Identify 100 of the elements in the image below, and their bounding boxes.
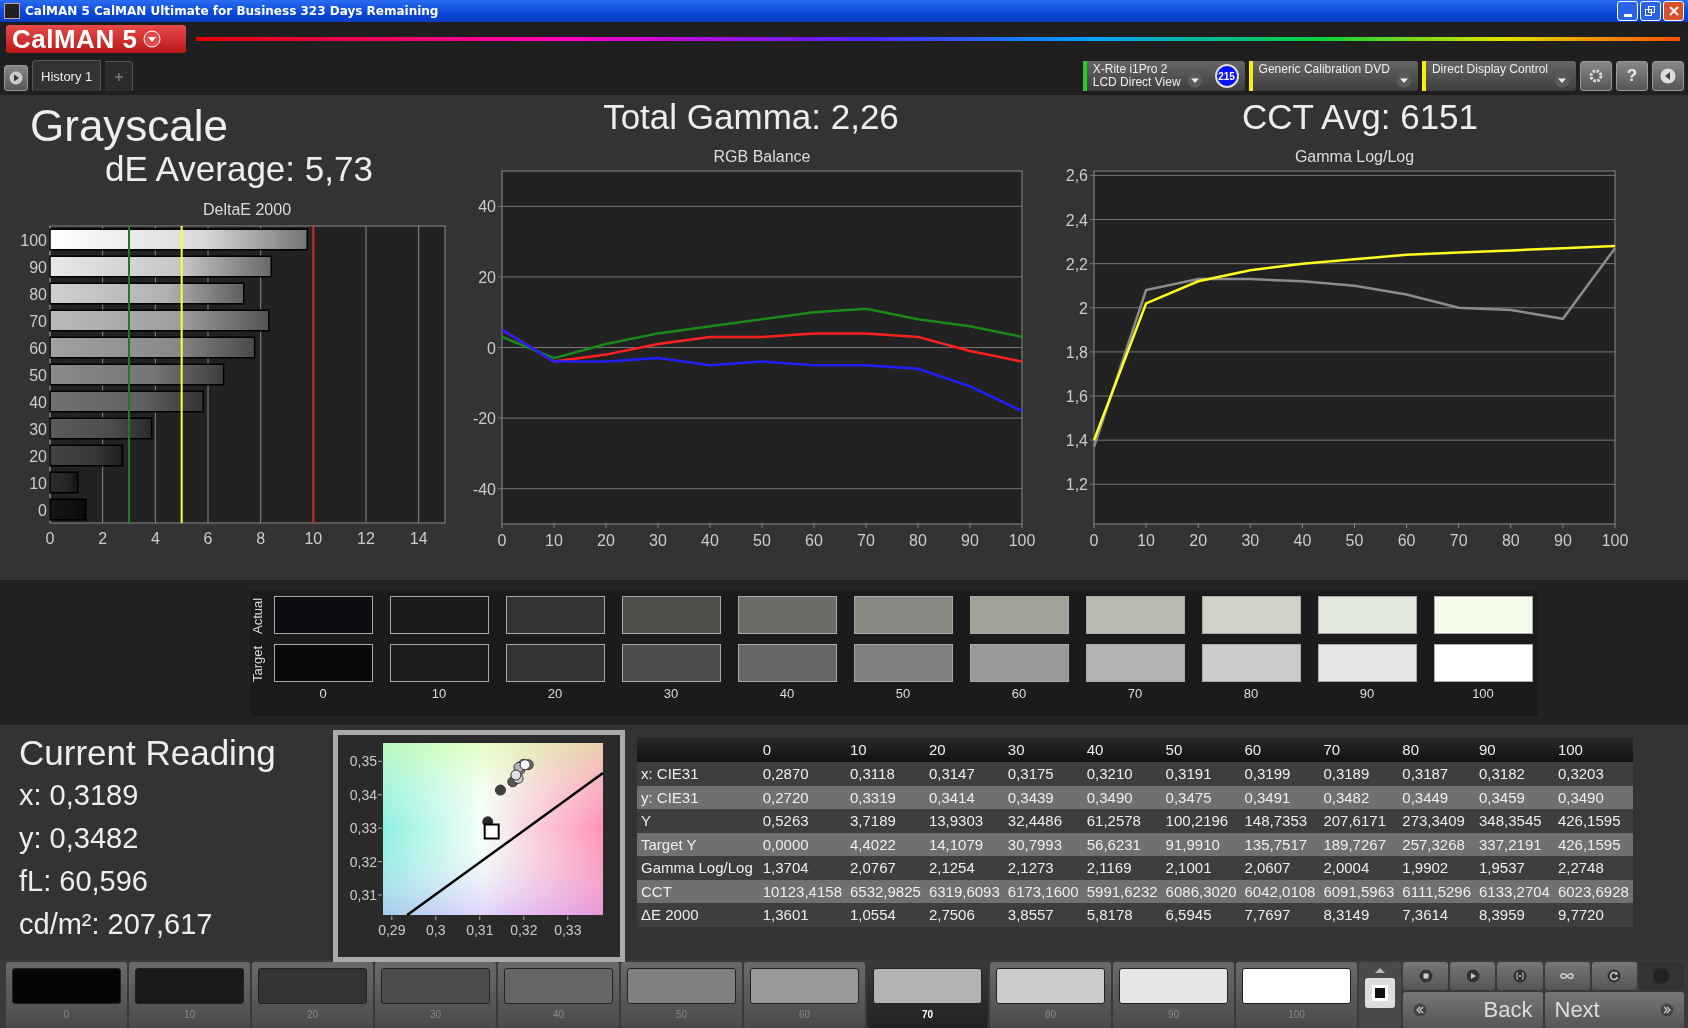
- add-tab-button[interactable]: [105, 61, 134, 91]
- close-button[interactable]: [1663, 1, 1684, 21]
- up-arrow-icon[interactable]: [1373, 966, 1387, 974]
- table-cell: 2,0607: [1240, 856, 1320, 880]
- row-label: CCT: [637, 879, 759, 903]
- table-cell: 6023,6928: [1553, 879, 1633, 903]
- tick-label: 0: [487, 339, 496, 357]
- column-header: 60: [1240, 737, 1320, 762]
- tick-label: 2,2: [1065, 255, 1088, 273]
- minimize-icon: [1623, 13, 1632, 17]
- loop-button[interactable]: [1544, 962, 1590, 990]
- reading-value: x: 0,3189: [19, 779, 140, 813]
- settings-button[interactable]: [1580, 61, 1612, 91]
- table-cell: 0,3414: [924, 785, 1004, 809]
- device-selector[interactable]: Generic Calibration DVD: [1248, 61, 1418, 91]
- minimize-button[interactable]: [1617, 1, 1638, 21]
- tick-label: 90: [961, 532, 979, 549]
- tick-label: 6: [203, 530, 213, 547]
- swatch-label: 50: [895, 685, 911, 701]
- table-cell: 10123,4158: [758, 879, 846, 903]
- swatch-label: 60: [1011, 685, 1027, 701]
- stop-button[interactable]: [1365, 978, 1395, 1008]
- device-selector[interactable]: Direct Display Control: [1421, 61, 1576, 91]
- table-cell: 0,3449: [1398, 785, 1475, 809]
- table-cell: 0,3191: [1161, 762, 1241, 786]
- table-cell: 2,1273: [1003, 856, 1083, 880]
- table-cell: 0,3203: [1553, 762, 1633, 786]
- double-right-icon: [1660, 1003, 1674, 1017]
- tick-label: 10: [304, 530, 323, 547]
- bar: [49, 498, 87, 521]
- swatch-label: 0: [319, 685, 327, 701]
- tick-label: 0,33: [349, 820, 377, 837]
- chart-title: RGB Balance: [713, 148, 811, 165]
- table-cell: 91,9910: [1161, 832, 1241, 856]
- tick-label: 0: [1089, 532, 1099, 549]
- tick-label: 0: [45, 530, 55, 547]
- double-left-icon: [1413, 1003, 1427, 1017]
- tick-label: 40: [29, 393, 47, 411]
- stop-icon: [1371, 984, 1389, 1002]
- table-cell: 14,1079: [924, 832, 1004, 856]
- chart-title: Gamma Log/Log: [1294, 148, 1415, 165]
- device-selector[interactable]: X-Rite i1Pro 2 LCD Direct View 215: [1082, 61, 1245, 91]
- step-button[interactable]: 40: [498, 962, 619, 1028]
- table-cell: 5991,6232: [1082, 879, 1162, 903]
- tick-label: 0,32: [349, 853, 377, 870]
- reading-value: y: 0,3482: [19, 822, 140, 856]
- close-icon: [1668, 6, 1679, 16]
- measure-button[interactable]: [1497, 962, 1543, 990]
- dropdown-icon: [1395, 72, 1412, 88]
- tick-label: 0,35: [349, 753, 377, 770]
- tick-label: 20: [1189, 532, 1208, 549]
- tick-label: 60: [1397, 532, 1416, 549]
- column-header: 80: [1398, 737, 1475, 762]
- table-cell: 0,3210: [1082, 762, 1162, 786]
- next-button[interactable]: Next: [1544, 992, 1684, 1028]
- table-cell: 9,7720: [1553, 903, 1633, 927]
- table-cell: 61,2578: [1082, 809, 1162, 833]
- row-label: ΔE 2000: [637, 903, 759, 927]
- table-cell: 7,3614: [1398, 903, 1475, 927]
- tick-label: 40: [1293, 532, 1312, 549]
- tick-label: 4: [150, 530, 160, 547]
- app-logo[interactable]: CalMAN 5: [6, 25, 186, 53]
- table-cell: 8,3149: [1319, 903, 1399, 927]
- bracket-icon: [1512, 969, 1527, 983]
- help-button[interactable]: ?: [1616, 61, 1648, 91]
- column-header: 50: [1161, 737, 1241, 762]
- tick-label: 70: [29, 312, 47, 330]
- table-cell: 6111,5296: [1398, 879, 1475, 903]
- step-label: 40: [552, 1009, 565, 1020]
- tick-label: 1,4: [1065, 432, 1088, 450]
- collapse-button[interactable]: [1652, 61, 1684, 91]
- column-header: 30: [1003, 737, 1083, 762]
- tick-label: 90: [1554, 532, 1572, 549]
- tick-label: 1,2: [1065, 476, 1088, 494]
- app-icon: [4, 3, 20, 19]
- table-cell: 0,2870: [758, 762, 846, 786]
- table-cell: 135,7517: [1240, 832, 1320, 856]
- tick-label: -40: [472, 480, 496, 498]
- expand-button[interactable]: [4, 65, 28, 91]
- table-cell: 0,3182: [1475, 762, 1554, 786]
- table-cell: 2,1169: [1082, 856, 1162, 880]
- row-label: Y: [637, 809, 759, 833]
- history-tab[interactable]: History 1: [32, 60, 102, 91]
- tick-label: 100: [1008, 532, 1036, 549]
- swatch-label: 10: [431, 685, 447, 701]
- back-button[interactable]: Back: [1403, 992, 1543, 1028]
- table-cell: 1,3704: [758, 856, 846, 880]
- tick-label: 0,31: [349, 886, 377, 903]
- tick-label: 2: [1079, 299, 1088, 317]
- tick-label: 50: [1345, 532, 1364, 549]
- tick-label: 10: [545, 532, 563, 549]
- restore-button[interactable]: [1640, 1, 1661, 21]
- play-icon: [1465, 969, 1480, 983]
- play-button[interactable]: [1450, 962, 1496, 990]
- tick-label: 8: [256, 530, 266, 547]
- device-name: Direct Display Control: [1431, 63, 1548, 76]
- table-cell: 0,3491: [1240, 785, 1320, 809]
- table-cell: 0,3482: [1319, 785, 1399, 809]
- refresh-button[interactable]: [1591, 962, 1637, 990]
- table-cell: 257,3268: [1398, 832, 1475, 856]
